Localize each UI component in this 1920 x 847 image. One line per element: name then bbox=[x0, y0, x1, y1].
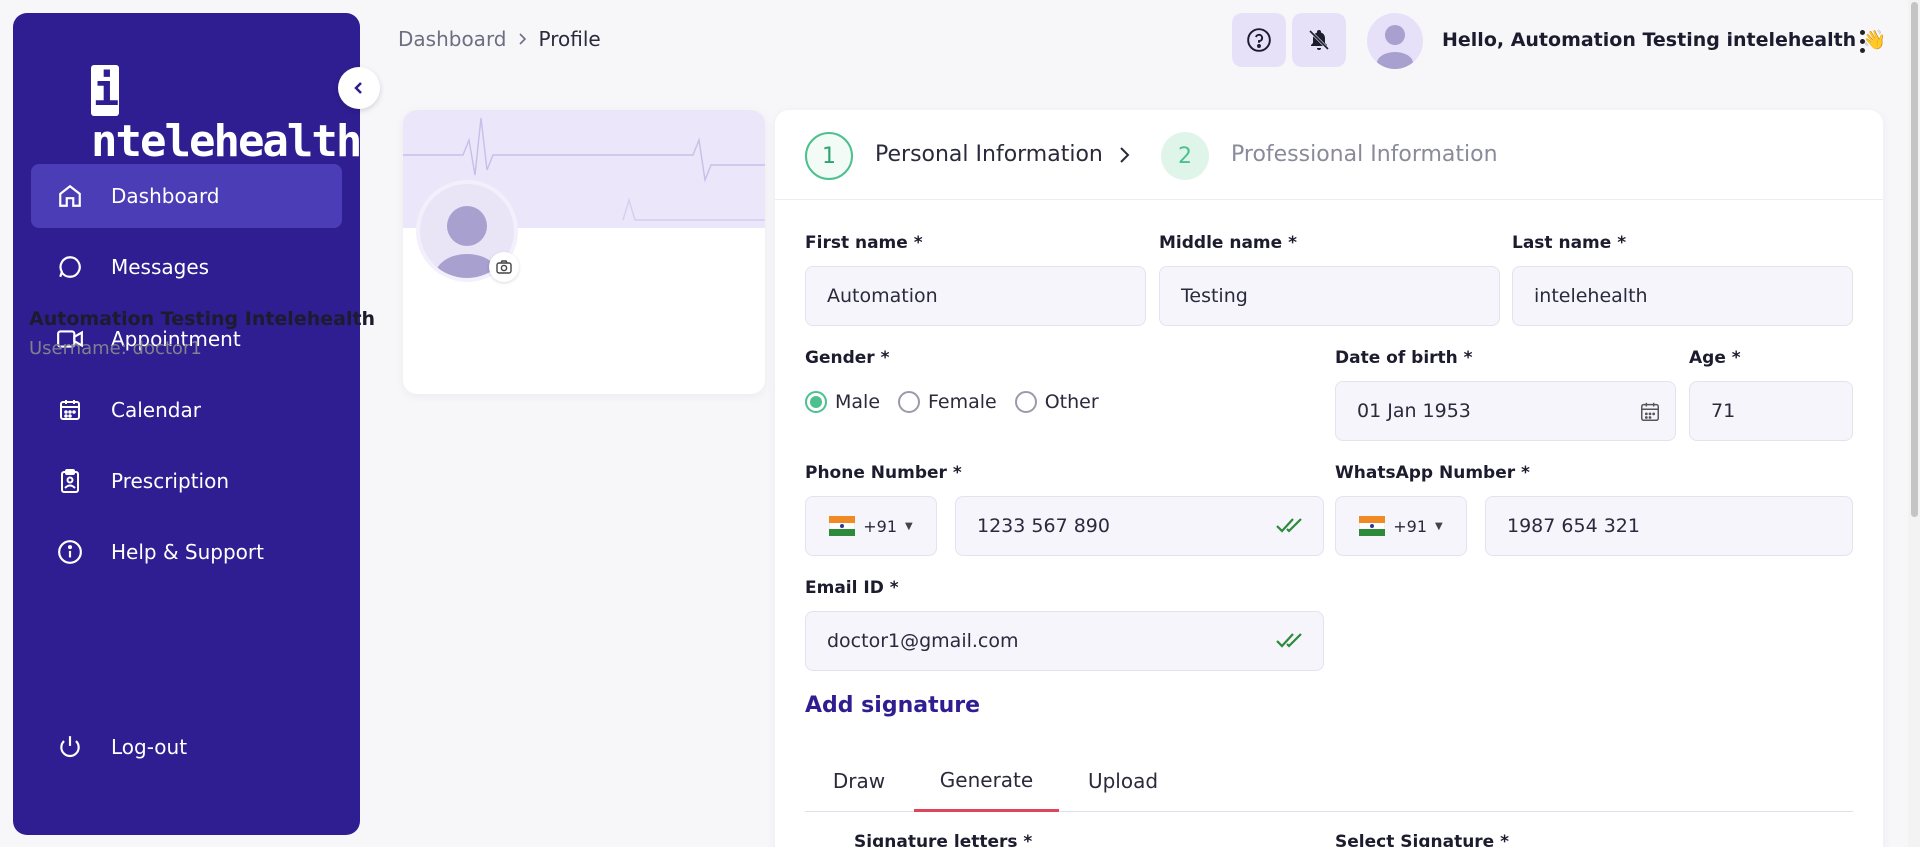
camera-icon bbox=[496, 260, 512, 274]
sidebar-item-label: Prescription bbox=[111, 469, 229, 493]
intelehealth-logo[interactable]: intelehealth bbox=[91, 65, 362, 167]
sidebar: intelehealth Dashboard Messages Appointm… bbox=[13, 13, 362, 835]
gender-female-radio[interactable]: Female bbox=[898, 391, 997, 413]
step-1-label[interactable]: Personal Information bbox=[875, 142, 1103, 167]
age-label: Age * bbox=[1689, 348, 1741, 368]
gender-male-radio[interactable]: Male bbox=[805, 391, 880, 413]
dob-label: Date of birth * bbox=[1335, 348, 1473, 368]
help-icon bbox=[1247, 28, 1271, 52]
tab-upload[interactable]: Upload bbox=[1060, 750, 1186, 812]
sidebar-item-label: Calendar bbox=[111, 398, 201, 422]
gender-other-radio[interactable]: Other bbox=[1014, 391, 1099, 413]
calendar-icon[interactable] bbox=[1639, 401, 1661, 423]
first-name-field[interactable]: Automation bbox=[805, 266, 1146, 326]
last-name-field[interactable]: intelehealth bbox=[1512, 266, 1853, 326]
phone-label: Phone Number * bbox=[805, 463, 962, 483]
tab-draw[interactable]: Draw bbox=[805, 750, 913, 812]
chevron-left-icon bbox=[354, 82, 362, 94]
change-photo-button[interactable] bbox=[489, 252, 519, 282]
profile-card bbox=[403, 110, 765, 394]
phone-number-value: 1233 567 890 bbox=[977, 515, 1110, 537]
age-field[interactable]: 71 bbox=[1689, 381, 1853, 441]
sidebar-item-prescription[interactable]: Prescription bbox=[31, 449, 342, 513]
sidebar-item-label: Dashboard bbox=[111, 184, 220, 208]
india-flag-icon bbox=[1359, 516, 1386, 537]
breadcrumb-dashboard[interactable]: Dashboard bbox=[398, 27, 507, 51]
sidebar-item-label: Help & Support bbox=[111, 540, 264, 564]
help-button[interactable] bbox=[1232, 13, 1286, 67]
whatsapp-label: WhatsApp Number * bbox=[1335, 463, 1530, 483]
breadcrumb-profile: Profile bbox=[538, 27, 601, 51]
phone-number-field[interactable]: 1233 567 890 bbox=[955, 496, 1324, 556]
chevron-right-icon bbox=[1120, 147, 1130, 163]
step-2-indicator[interactable]: 2 bbox=[1161, 132, 1209, 180]
gender-radio-group: Male Female Other bbox=[805, 391, 1117, 413]
india-flag-icon bbox=[829, 516, 856, 537]
step-2-label[interactable]: Professional Information bbox=[1231, 142, 1498, 167]
step-1-indicator[interactable]: 1 bbox=[805, 132, 853, 180]
logout-label: Log-out bbox=[111, 735, 188, 759]
page-scrollbar[interactable] bbox=[1908, 0, 1920, 847]
more-options-button[interactable] bbox=[1852, 26, 1872, 56]
user-avatar[interactable] bbox=[1367, 13, 1423, 69]
sidebar-item-calendar[interactable]: Calendar bbox=[31, 378, 342, 442]
power-icon bbox=[55, 732, 85, 762]
calendar-icon bbox=[55, 395, 85, 425]
email-value: doctor1@gmail.com bbox=[827, 630, 1019, 652]
scrollbar-thumb[interactable] bbox=[1911, 2, 1918, 517]
avatar-icon bbox=[1377, 25, 1413, 69]
greeting-text: Hello, Automation Testing intelehealth 👋 bbox=[1442, 29, 1887, 51]
sidebar-item-messages[interactable]: Messages bbox=[31, 235, 342, 299]
whatsapp-country-code-select[interactable]: +91 ▼ bbox=[1335, 496, 1467, 556]
message-icon bbox=[55, 252, 85, 282]
notifications-button[interactable] bbox=[1292, 13, 1346, 67]
dob-value: 01 Jan 1953 bbox=[1357, 400, 1471, 422]
info-icon bbox=[55, 537, 85, 567]
sidebar-item-dashboard[interactable]: Dashboard bbox=[31, 164, 342, 228]
logout-button[interactable]: Log-out bbox=[31, 715, 342, 779]
verified-check-icon bbox=[1276, 633, 1302, 648]
breadcrumb: Dashboard Profile bbox=[398, 27, 601, 51]
middle-name-label: Middle name * bbox=[1159, 233, 1297, 253]
profile-name: Automation Testing Intelehealth bbox=[29, 308, 376, 330]
gender-label: Gender * bbox=[805, 348, 890, 368]
tab-generate[interactable]: Generate bbox=[914, 750, 1059, 812]
phone-country-code-select[interactable]: +91 ▼ bbox=[805, 496, 937, 556]
signature-letters-label: Signature letters * bbox=[854, 832, 1033, 847]
middle-name-field[interactable]: Testing bbox=[1159, 266, 1500, 326]
verified-check-icon bbox=[1276, 518, 1302, 533]
email-label: Email ID * bbox=[805, 578, 899, 598]
signature-tabs: Draw Generate Upload bbox=[805, 750, 1853, 812]
sidebar-item-help-support[interactable]: Help & Support bbox=[31, 520, 342, 584]
sidebar-item-label: Messages bbox=[111, 255, 210, 279]
clipboard-icon bbox=[55, 466, 85, 496]
profile-form-panel: 1 Personal Information 2 Professional In… bbox=[775, 110, 1883, 847]
dob-field[interactable]: 01 Jan 1953 bbox=[1335, 381, 1676, 441]
stepper: 1 Personal Information 2 Professional In… bbox=[775, 110, 1883, 200]
email-field[interactable]: doctor1@gmail.com bbox=[805, 611, 1324, 671]
collapse-sidebar-button[interactable] bbox=[338, 67, 380, 109]
bell-off-icon bbox=[1308, 29, 1330, 51]
add-signature-heading: Add signature bbox=[805, 693, 981, 718]
home-icon bbox=[55, 181, 85, 211]
whatsapp-number-field[interactable]: 1987 654 321 bbox=[1485, 496, 1853, 556]
profile-username: Username: doctor1 bbox=[29, 338, 202, 359]
last-name-label: Last name * bbox=[1512, 233, 1627, 253]
select-signature-label: Select Signature * bbox=[1335, 832, 1510, 847]
first-name-label: First name * bbox=[805, 233, 923, 253]
chevron-right-icon bbox=[518, 33, 526, 45]
